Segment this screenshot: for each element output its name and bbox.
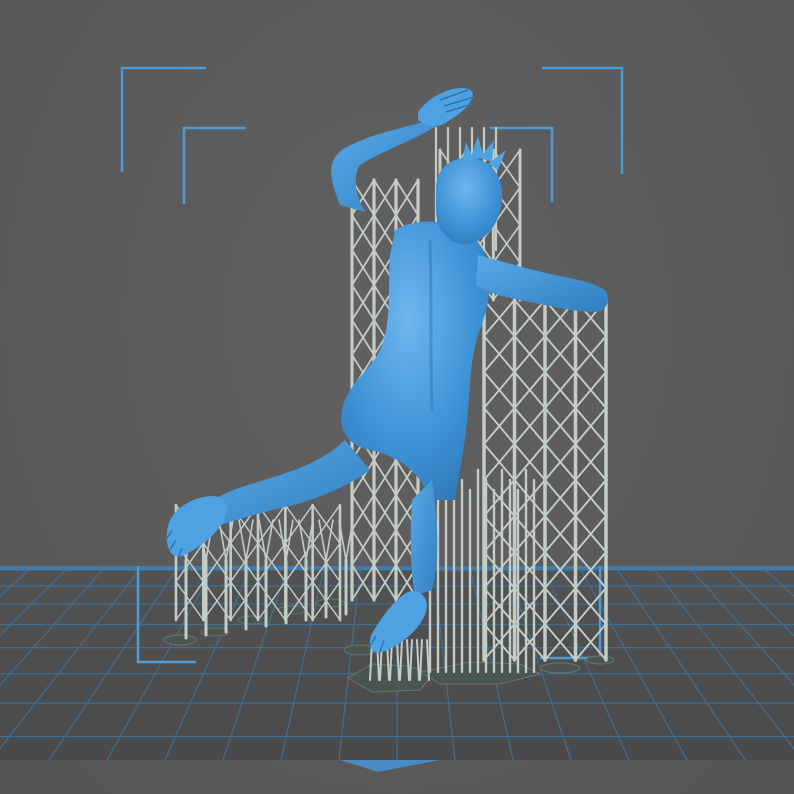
scene-canvas[interactable] xyxy=(0,0,794,794)
model-resting-arm xyxy=(476,255,609,312)
front-axis-marker xyxy=(340,760,440,772)
support-branch xyxy=(245,519,254,561)
model-front-leg xyxy=(410,480,438,596)
3d-viewport[interactable] xyxy=(0,0,794,794)
model-torso xyxy=(341,221,490,500)
support-branch xyxy=(298,519,307,561)
